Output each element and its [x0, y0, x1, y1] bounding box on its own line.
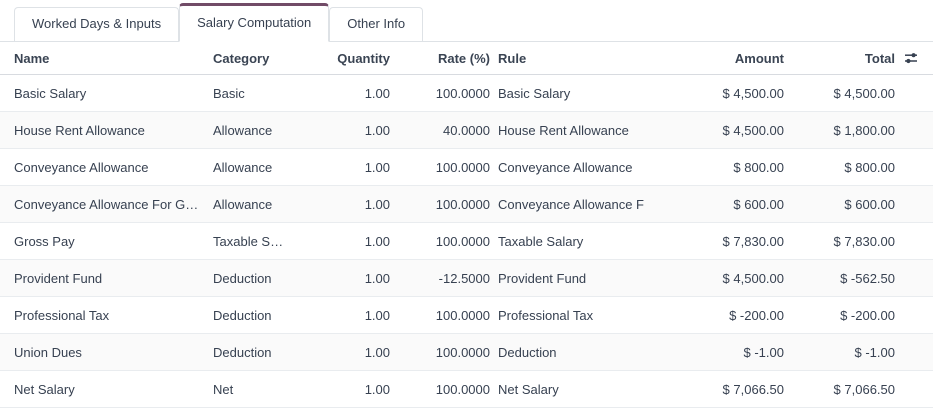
cell-amount: $ 7,066.50: [644, 382, 784, 397]
cell-amount: $ 7,830.00: [644, 234, 784, 249]
sliders-icon[interactable]: [902, 49, 920, 67]
table-row[interactable]: Conveyance Allowance For G… Allowance 1.…: [0, 186, 933, 223]
cell-total: $ -1.00: [784, 345, 895, 360]
cell-total: $ 7,066.50: [784, 382, 895, 397]
column-header-rule[interactable]: Rule: [490, 51, 644, 66]
notebook-tabs: Worked Days & Inputs Salary Computation …: [0, 0, 933, 42]
cell-quantity: 1.00: [325, 234, 390, 249]
cell-total: $ 4,500.00: [784, 86, 895, 101]
column-header-quantity[interactable]: Quantity: [325, 51, 390, 66]
column-header-total[interactable]: Total: [784, 51, 895, 66]
cell-amount: $ 800.00: [644, 160, 784, 175]
table-row[interactable]: Net Salary Net 1.00 100.0000 Net Salary …: [0, 371, 933, 408]
cell-rule: Basic Salary: [490, 86, 644, 101]
cell-quantity: 1.00: [325, 345, 390, 360]
cell-rate: 40.0000: [390, 123, 490, 138]
cell-rule: Provident Fund: [490, 271, 644, 286]
cell-amount: $ 4,500.00: [644, 271, 784, 286]
cell-category: Deduction: [213, 271, 325, 286]
cell-name: Basic Salary: [0, 86, 213, 101]
cell-rate: 100.0000: [390, 86, 490, 101]
cell-amount: $ -200.00: [644, 308, 784, 323]
tab-other-info[interactable]: Other Info: [329, 7, 423, 41]
cell-total: $ -562.50: [784, 271, 895, 286]
column-header-category[interactable]: Category: [213, 51, 325, 66]
cell-category: Taxable S…: [213, 234, 325, 249]
cell-rule: Professional Tax: [490, 308, 644, 323]
table-row[interactable]: Gross Pay Taxable S… 1.00 100.0000 Taxab…: [0, 223, 933, 260]
cell-quantity: 1.00: [325, 271, 390, 286]
cell-rule: Net Salary: [490, 382, 644, 397]
cell-rate: 100.0000: [390, 345, 490, 360]
cell-amount: $ 4,500.00: [644, 123, 784, 138]
table-row[interactable]: Union Dues Deduction 1.00 100.0000 Deduc…: [0, 334, 933, 371]
cell-total: $ 600.00: [784, 197, 895, 212]
cell-rate: 100.0000: [390, 308, 490, 323]
cell-category: Deduction: [213, 308, 325, 323]
tab-salary-computation[interactable]: Salary Computation: [179, 3, 329, 42]
cell-quantity: 1.00: [325, 160, 390, 175]
cell-name: Professional Tax: [0, 308, 213, 323]
cell-total: $ 1,800.00: [784, 123, 895, 138]
cell-name: Provident Fund: [0, 271, 213, 286]
cell-total: $ 7,830.00: [784, 234, 895, 249]
cell-rule: Conveyance Allowance: [490, 160, 644, 175]
cell-total: $ 800.00: [784, 160, 895, 175]
table-body: Basic Salary Basic 1.00 100.0000 Basic S…: [0, 75, 933, 408]
cell-rate: -12.5000: [390, 271, 490, 286]
cell-name: Union Dues: [0, 345, 213, 360]
cell-rule: Conveyance Allowance For…: [490, 197, 644, 212]
cell-amount: $ 4,500.00: [644, 86, 784, 101]
cell-name: House Rent Allowance: [0, 123, 213, 138]
cell-name: Conveyance Allowance: [0, 160, 213, 175]
cell-rule: Taxable Salary: [490, 234, 644, 249]
cell-amount: $ -1.00: [644, 345, 784, 360]
cell-quantity: 1.00: [325, 382, 390, 397]
salary-lines-table: Name Category Quantity Rate (%) Rule Amo…: [0, 42, 933, 408]
cell-quantity: 1.00: [325, 86, 390, 101]
cell-category: Allowance: [213, 160, 325, 175]
cell-category: Deduction: [213, 345, 325, 360]
cell-category: Basic: [213, 86, 325, 101]
table-row[interactable]: Provident Fund Deduction 1.00 -12.5000 P…: [0, 260, 933, 297]
column-header-rate[interactable]: Rate (%): [390, 51, 490, 66]
table-row[interactable]: Conveyance Allowance Allowance 1.00 100.…: [0, 149, 933, 186]
column-header-amount[interactable]: Amount: [644, 51, 784, 66]
cell-rule: House Rent Allowance: [490, 123, 644, 138]
cell-category: Allowance: [213, 123, 325, 138]
column-header-name[interactable]: Name: [0, 51, 213, 66]
tab-worked-days-inputs[interactable]: Worked Days & Inputs: [14, 7, 179, 41]
cell-amount: $ 600.00: [644, 197, 784, 212]
cell-rate: 100.0000: [390, 382, 490, 397]
cell-category: Allowance: [213, 197, 325, 212]
cell-category: Net: [213, 382, 325, 397]
cell-total: $ -200.00: [784, 308, 895, 323]
cell-name: Net Salary: [0, 382, 213, 397]
cell-name: Conveyance Allowance For G…: [0, 197, 213, 212]
cell-quantity: 1.00: [325, 308, 390, 323]
table-row[interactable]: Basic Salary Basic 1.00 100.0000 Basic S…: [0, 75, 933, 112]
table-header-row: Name Category Quantity Rate (%) Rule Amo…: [0, 42, 933, 75]
cell-rate: 100.0000: [390, 160, 490, 175]
cell-name: Gross Pay: [0, 234, 213, 249]
cell-rule: Deduction: [490, 345, 644, 360]
cell-quantity: 1.00: [325, 123, 390, 138]
cell-rate: 100.0000: [390, 197, 490, 212]
table-row[interactable]: Professional Tax Deduction 1.00 100.0000…: [0, 297, 933, 334]
cell-quantity: 1.00: [325, 197, 390, 212]
cell-rate: 100.0000: [390, 234, 490, 249]
table-row[interactable]: House Rent Allowance Allowance 1.00 40.0…: [0, 112, 933, 149]
